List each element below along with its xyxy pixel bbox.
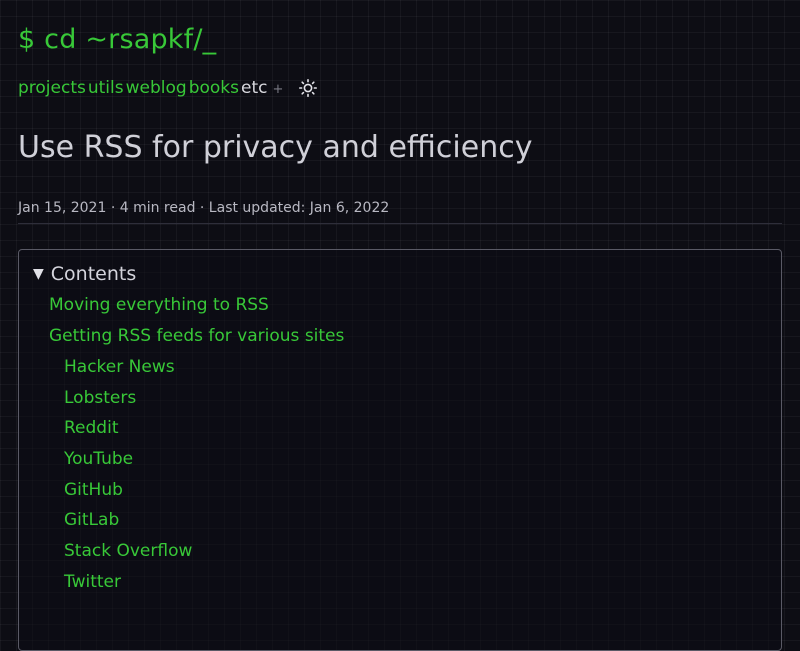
toc-item-getting-feeds: Getting RSS feeds for various sites <box>49 326 344 346</box>
toc-item-hacker-news: Hacker News <box>64 357 175 377</box>
toc-item-lobsters: Lobsters <box>64 388 136 408</box>
toc-link[interactable]: Lobsters <box>64 388 136 408</box>
toc-link[interactable]: Reddit <box>64 418 118 438</box>
toc-item-github: GitHub <box>64 480 123 500</box>
toc-item-moving-to-rss: Moving everything to RSS <box>49 295 269 315</box>
table-of-contents: ▼ Contents Moving everything to RSS Gett… <box>18 249 782 651</box>
toc-link[interactable]: Twitter <box>64 572 121 592</box>
post-meta: Jan 15, 2021 · 4 min read · Last updated… <box>18 200 390 216</box>
toc-link[interactable]: GitHub <box>64 480 123 500</box>
post-title: Use RSS for privacy and efficiency <box>18 130 533 165</box>
toc-link[interactable]: Hacker News <box>64 357 175 377</box>
toc-link[interactable]: YouTube <box>64 449 133 469</box>
toc-link[interactable]: GitLab <box>64 510 119 530</box>
toc-item-stack-overflow: Stack Overflow <box>64 541 192 561</box>
triangle-down-icon: ▼ <box>33 266 44 282</box>
toc-link[interactable]: Stack Overflow <box>64 541 192 561</box>
sun-icon-graphic <box>299 79 318 97</box>
toc-heading: Contents <box>50 263 137 285</box>
toc-toggle[interactable]: ▼ Contents <box>33 263 136 285</box>
nav-projects[interactable]: projects <box>18 78 86 98</box>
nav-expand-icon[interactable]: + <box>272 82 283 97</box>
toc-link[interactable]: Getting RSS feeds for various sites <box>49 326 344 346</box>
site-logo[interactable]: $ cd ~rsapkf/_ <box>18 24 216 55</box>
nav-books[interactable]: books <box>189 78 239 98</box>
toc-item-reddit: Reddit <box>64 418 118 438</box>
nav-etc[interactable]: etc <box>241 78 267 98</box>
toc-item-youtube: YouTube <box>64 449 133 469</box>
toc-item-twitter: Twitter <box>64 572 121 592</box>
nav-weblog[interactable]: weblog <box>126 78 187 98</box>
toc-link[interactable]: Moving everything to RSS <box>49 295 269 315</box>
nav-utils[interactable]: utils <box>88 78 124 98</box>
divider <box>18 223 782 224</box>
main-nav: projects utils weblog books etc + <box>18 78 318 98</box>
toc-item-gitlab: GitLab <box>64 510 119 530</box>
sun-icon[interactable] <box>299 79 318 97</box>
